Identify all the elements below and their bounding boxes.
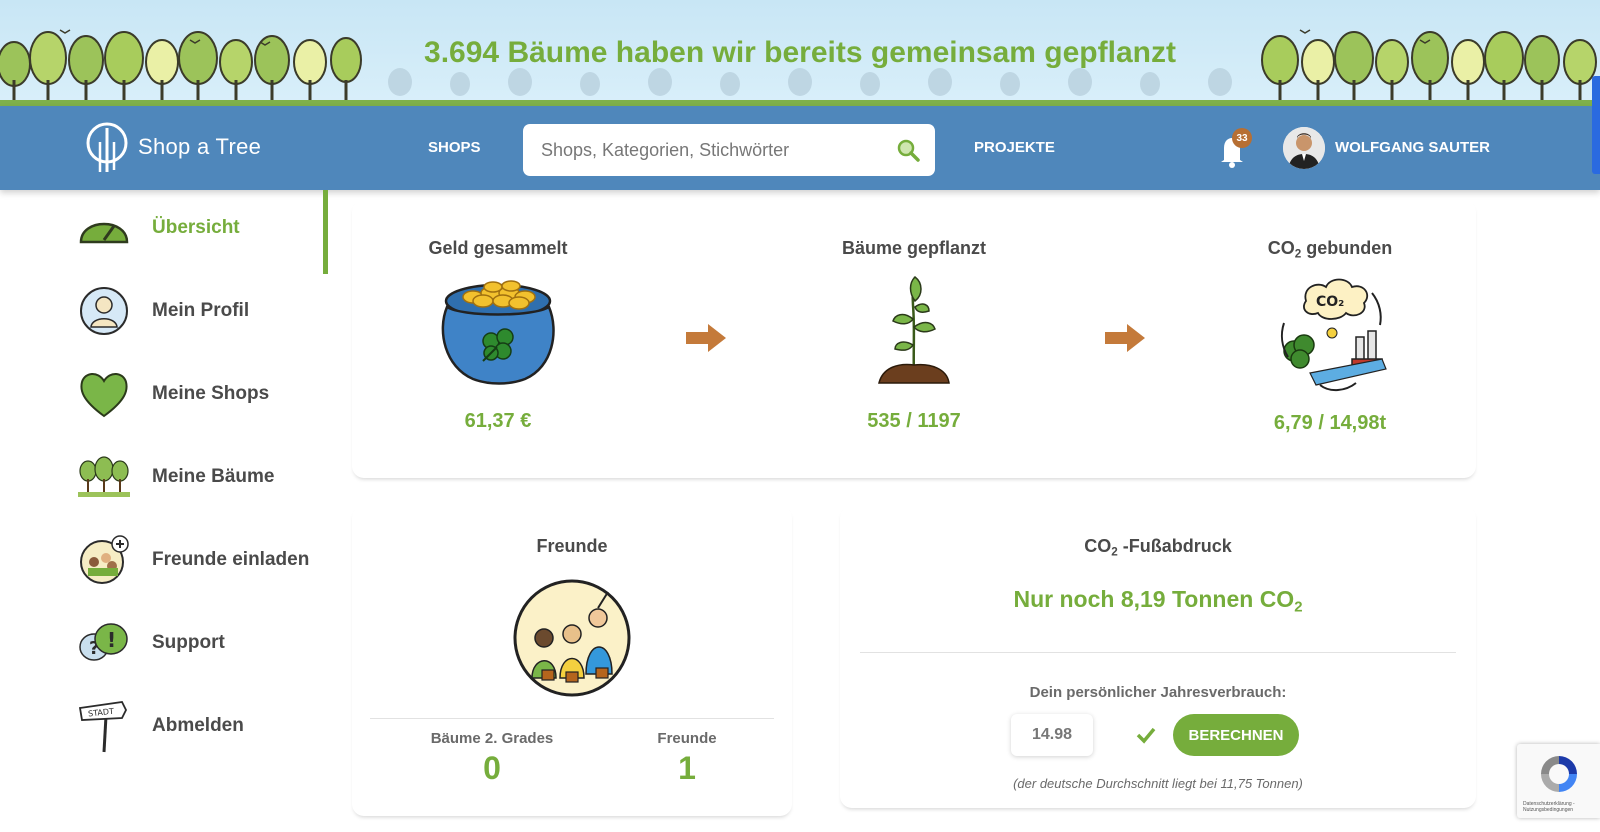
co2-cycle-icon: CO₂ [1280,278,1387,391]
divider [860,652,1456,653]
invite-friends-icon [78,534,130,586]
top-navbar: Shop a Tree SHOPS PROJEKTE 33 WOLFGANG S… [0,106,1600,190]
sidebar-item-label: Support [152,632,225,653]
sidebar-item-my-shops[interactable]: Meine Shops [78,364,328,424]
sidebar-item-logout[interactable]: STADT Abmelden [78,696,328,756]
stats-card: Geld gesammelt 61,37 € Bäume gepflanzt 5… [352,200,1476,478]
shop-a-tree-logo[interactable]: Shop a Tree [84,120,261,174]
money-pot-icon [441,280,555,385]
second-degree-trees-value: 0 [483,750,501,786]
side-tab-edge[interactable] [1592,76,1600,174]
arrow-right-icon [686,324,726,352]
sidebar-item-support[interactable]: ?! Support [78,613,328,673]
friends-count-value: 1 [678,750,696,786]
co2-title-prefix: CO [1267,238,1295,258]
footprint-title-suffix: -Fußabdruck [1117,536,1232,556]
trees-icon [78,451,130,503]
recaptcha-icon [1541,756,1577,792]
footprint-title: CO2 -Fußabdruck [840,536,1476,559]
friends-group-icon [513,579,631,697]
friends-count-label: Freunde [657,730,717,747]
money-collected-stat: Geld gesammelt 61,37 € [352,238,644,433]
sidebar-item-profile[interactable]: Mein Profil [78,281,328,341]
user-photo [1283,127,1325,169]
friends-card: Freunde Bäume 2. Grades 0 Freunde 1 [352,506,792,816]
nav-shops-link[interactable]: SHOPS [428,139,481,156]
co2-footprint-card: CO2 -Fußabdruck Nur noch 8,19 Tonnen CO2… [840,506,1476,808]
trees-planted-stat: Bäume gepflanzt 535 / 1197 [768,238,1060,433]
trees-planted-headline: 3.694 Bäume haben wir bereits gemeinsam … [424,36,1176,69]
stat-title: CO2 gebunden [1184,238,1476,261]
nav-projects-link[interactable]: PROJEKTE [974,139,1055,156]
search-bar [523,124,935,176]
profile-icon [78,285,130,337]
avatar[interactable] [1283,127,1325,169]
trees-planted-value: 535 / 1197 [867,410,961,432]
recaptcha-badge[interactable]: Datenschutzerklärung - Nutzungsbedingung… [1517,744,1600,818]
co2-bound-value: 6,79 / 14,98t [1273,411,1387,434]
seedling-icon [878,276,950,384]
remaining-co2-text: Nur noch 8,19 Tonnen CO2 [840,586,1476,615]
svg-text:!: ! [107,628,116,652]
sidebar-item-label: Meine Shops [152,383,270,404]
friends-title: Freunde [536,536,608,556]
sidebar-item-label: Übersicht [152,217,240,238]
sidebar-menu: Übersicht Mein Profil Meine Shops Meine … [0,190,330,832]
remaining-co2-subscript: 2 [1294,598,1303,616]
heart-icon [78,368,130,420]
signpost-icon: STADT [78,700,130,753]
second-degree-trees-label: Bäume 2. Grades [430,730,554,747]
svg-text:CO₂: CO₂ [1316,294,1344,310]
logo-text: Shop a Tree [138,134,262,159]
tree-logo-icon [86,122,128,172]
co2-title-suffix: gebunden [1301,238,1393,258]
notification-count-badge: 33 [1232,128,1252,148]
search-input[interactable] [541,139,895,161]
stat-title: Geld gesammelt [428,238,568,258]
stat-title: Bäume gepflanzt [841,238,987,258]
arrow-right-icon [1105,324,1145,352]
annual-consumption-input[interactable]: 14.98 [1011,714,1093,756]
notifications-button[interactable]: 33 [1218,128,1252,168]
check-icon [1136,727,1156,744]
footprint-title-prefix: CO [1084,536,1112,556]
dashboard-gauge-icon [78,202,130,254]
search-icon[interactable] [895,137,921,163]
recaptcha-links[interactable]: Datenschutzerklärung - Nutzungsbedingung… [1523,801,1600,813]
sidebar-item-invite-friends[interactable]: Freunde einladen [78,530,328,590]
money-collected-value: 61,37 € [464,410,532,432]
sidebar-item-overview[interactable]: Übersicht [78,198,328,258]
sidebar-item-label: Mein Profil [152,300,250,321]
sidebar-item-label: Abmelden [152,715,244,736]
annual-consumption-label: Dein persönlicher Jahresverbrauch: [1029,684,1287,701]
sidebar-item-my-trees[interactable]: Meine Bäume [78,447,328,507]
support-icon: ?! [78,617,130,669]
sidebar-item-label: Freunde einladen [152,549,310,570]
sidebar-item-label: Meine Bäume [152,466,275,487]
divider [370,718,774,719]
average-note: (der deutsche Durchschnitt liegt bei 11,… [1013,776,1303,791]
user-name[interactable]: WOLFGANG SAUTER [1335,139,1490,156]
top-banner: 3.694 Bäume haben wir bereits gemeinsam … [0,0,1600,106]
calculate-button[interactable]: BERECHNEN [1173,714,1299,756]
remaining-co2-prefix: Nur noch 8,19 Tonnen CO [1013,586,1295,612]
co2-bound-stat: CO2 gebunden CO₂ 6,79 / 14,98t [1184,238,1476,435]
